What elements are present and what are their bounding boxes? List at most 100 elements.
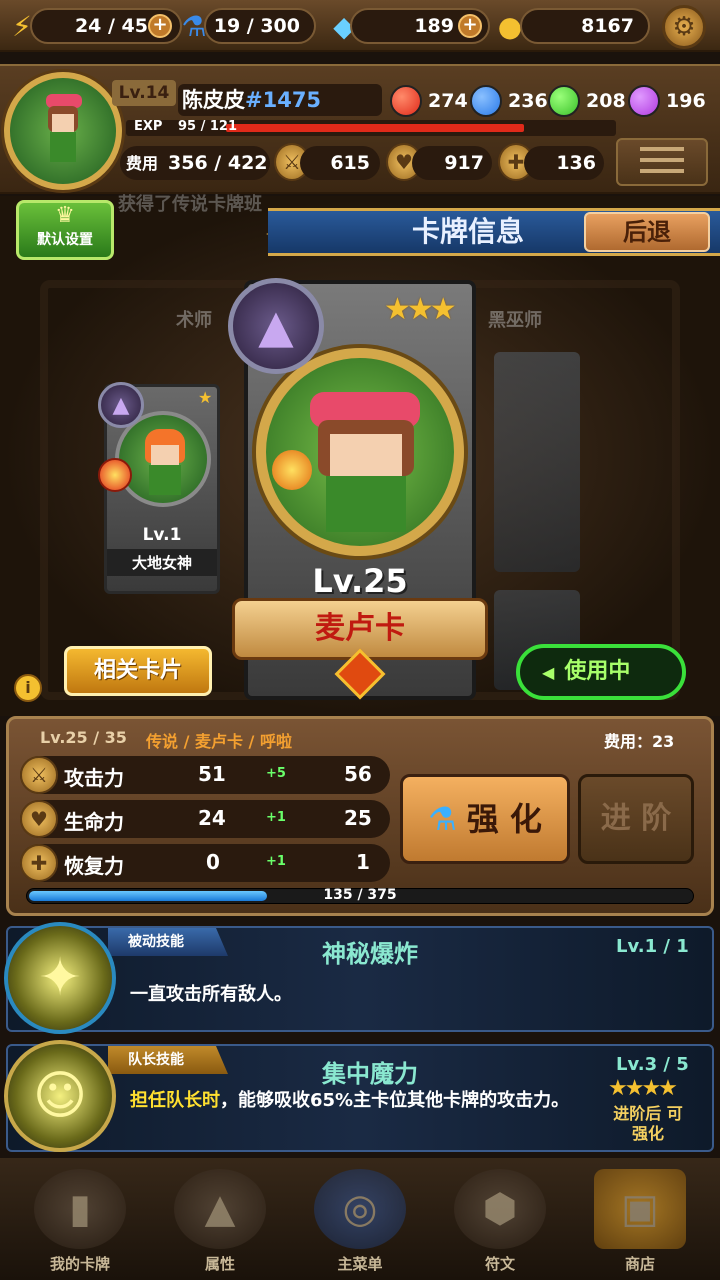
player-name-box: 陈皮皮#1475 <box>178 84 382 116</box>
leader-skill-description: 担任队长时，能够吸收65%主卡位其他卡牌的攻击力。 <box>130 1090 574 1112</box>
back-button[interactable]: 后退 <box>584 212 710 252</box>
default-settings-button[interactable]: ♛ 默认设置 <box>16 200 114 260</box>
side-card-name: 大地女神 <box>107 549 217 576</box>
advance-button[interactable]: 进 阶 <box>578 774 694 864</box>
card-deck-icon: ▮ <box>34 1169 126 1249</box>
side-card-wizard-hat-icon: ▲ <box>98 382 144 428</box>
side-card-star-icon: ★ <box>198 388 213 407</box>
settings-gear-button[interactable]: ⚙ <box>662 5 706 49</box>
fire-orb-icon <box>390 85 422 117</box>
nav-attributes[interactable]: ▲ 属性 <box>160 1158 280 1280</box>
passive-skill-description: 一直攻击所有敌人。 <box>130 984 292 1005</box>
nav-my-cards[interactable]: ▮ 我的卡牌 <box>20 1158 140 1280</box>
treasure-chest-icon: ▣ <box>594 1169 686 1249</box>
sword-icon: ⚔ <box>20 756 58 794</box>
main-menu-icon: ◎ <box>314 1169 406 1249</box>
hp-stat: 917 <box>412 146 492 180</box>
attack-next: 56 <box>344 762 372 786</box>
card-level-range: Lv.25 / 35 <box>40 728 127 747</box>
recovery-next: 1 <box>356 850 370 874</box>
water-orb-value: 236 <box>508 90 548 112</box>
in-use-button[interactable]: ◀ 使用中 <box>516 644 686 700</box>
attack-current: 51 <box>198 762 226 786</box>
energy-value: 24 / 45 <box>74 15 148 37</box>
nav-label: 属性 <box>204 1255 235 1273</box>
crown-icon: ♛ <box>55 203 75 228</box>
gem-value: 189 <box>414 15 454 37</box>
player-avatar[interactable] <box>4 72 122 190</box>
torch-flame-icon <box>272 450 312 490</box>
passive-skill-level: Lv.1 / 1 <box>616 936 689 957</box>
attack-stat: 615 <box>300 146 380 180</box>
gear-icon: ⚙ <box>672 12 696 42</box>
add-energy-button[interactable]: + <box>148 14 172 38</box>
player-level-badge: Lv.14 <box>112 80 176 106</box>
exp-value: 95 / 121 <box>178 119 238 134</box>
gold-counter: 8167 <box>520 8 650 44</box>
leader-skill-name: 集中魔力 <box>322 1060 418 1088</box>
recovery-stat: 136 <box>524 146 604 180</box>
left-category-label: 术师 <box>176 310 212 331</box>
passive-skill-orb-icon: ✦ <box>4 922 116 1034</box>
info-icon[interactable]: i <box>14 674 42 702</box>
pyramid-icon: ▲ <box>174 1169 266 1249</box>
menu-button[interactable] <box>616 138 708 186</box>
main-card-portrait <box>256 348 464 556</box>
leader-skill-icon: ☺ <box>4 1040 116 1152</box>
right-category-label: 黑巫师 <box>488 310 542 331</box>
card-level: Lv.25 <box>312 562 408 600</box>
default-settings-label: 默认设置 <box>37 232 93 248</box>
leader-skill-desc-text: ，能够吸收65%主卡位其他卡牌的攻击力。 <box>220 1090 570 1111</box>
nav-label: 主菜单 <box>337 1255 383 1273</box>
hp-next: 25 <box>344 806 372 830</box>
leader-skill-stars: ★★★★ <box>608 1076 678 1101</box>
leader-skill-level: Lv.3 / 5 <box>616 1054 689 1075</box>
enhance-button[interactable]: ⚗ 强 化 <box>400 774 570 864</box>
attack-delta: +5 <box>266 766 286 781</box>
hp-label: 生命力 <box>64 810 124 834</box>
side-card-level: Lv.1 <box>142 525 182 545</box>
potion-counter: 19 / 300 <box>204 8 316 44</box>
passive-skill-tag: 被动技能 <box>108 928 228 956</box>
cost-stat: 费用 356 / 422 <box>120 146 270 180</box>
dark-orb-icon <box>628 85 660 117</box>
rune-stone-icon: ⬢ <box>454 1169 546 1249</box>
exp-bar-fill <box>226 124 524 132</box>
card-tags: 传说 / 麦卢卡 / 呼啦 <box>146 732 292 751</box>
fire-orb-value: 274 <box>428 90 468 112</box>
leader-skill-note: 进阶后 可强化 <box>613 1104 683 1143</box>
leader-skill-highlight: 担任队长时 <box>130 1090 220 1111</box>
exp-bar: EXP 95 / 121 <box>126 119 616 136</box>
nav-label: 商店 <box>624 1255 655 1273</box>
nav-main-menu[interactable]: ◎ 主菜单 <box>300 1158 420 1280</box>
background-card-right <box>494 352 580 572</box>
nav-runes[interactable]: ⬢ 符文 <box>440 1158 560 1280</box>
card-rarity-stars: ★★★ <box>384 292 457 327</box>
nav-label: 我的卡牌 <box>49 1255 110 1273</box>
potion-icon: ⚗ <box>428 800 457 838</box>
related-cards-button[interactable]: 相关卡片 <box>64 646 212 696</box>
attack-stat-row: 攻击力 51 +5 56 <box>20 756 390 794</box>
player-name: 陈皮皮 <box>182 88 245 112</box>
triangle-left-icon: ◀ <box>542 663 555 682</box>
page-title: 卡牌信息 <box>411 215 524 248</box>
leader-skill-tag: 队长技能 <box>108 1046 228 1074</box>
nav-shop[interactable]: ▣ 商店 <box>580 1158 700 1280</box>
fire-flower-icon <box>98 458 132 492</box>
avatar-character-icon <box>38 94 88 164</box>
gold-value: 8167 <box>581 15 634 37</box>
recovery-delta: +1 <box>266 854 286 869</box>
attack-label: 攻击力 <box>64 766 124 790</box>
wood-orb-icon <box>548 85 580 117</box>
progress-value: 135 / 375 <box>323 887 397 903</box>
nav-label: 符文 <box>484 1255 515 1273</box>
recovery-current: 0 <box>206 850 220 874</box>
exp-label: EXP <box>134 119 163 134</box>
enhance-progress-bar: 135 / 375 <box>26 887 694 904</box>
in-use-label: 使用中 <box>564 659 631 684</box>
wood-orb-value: 208 <box>586 90 626 112</box>
hp-stat-row: 生命力 24 +1 25 <box>20 800 390 838</box>
add-gems-button[interactable]: + <box>458 14 482 38</box>
wizard-hat-class-icon: ▲ <box>228 278 324 374</box>
cross-icon: ✚ <box>20 844 58 882</box>
